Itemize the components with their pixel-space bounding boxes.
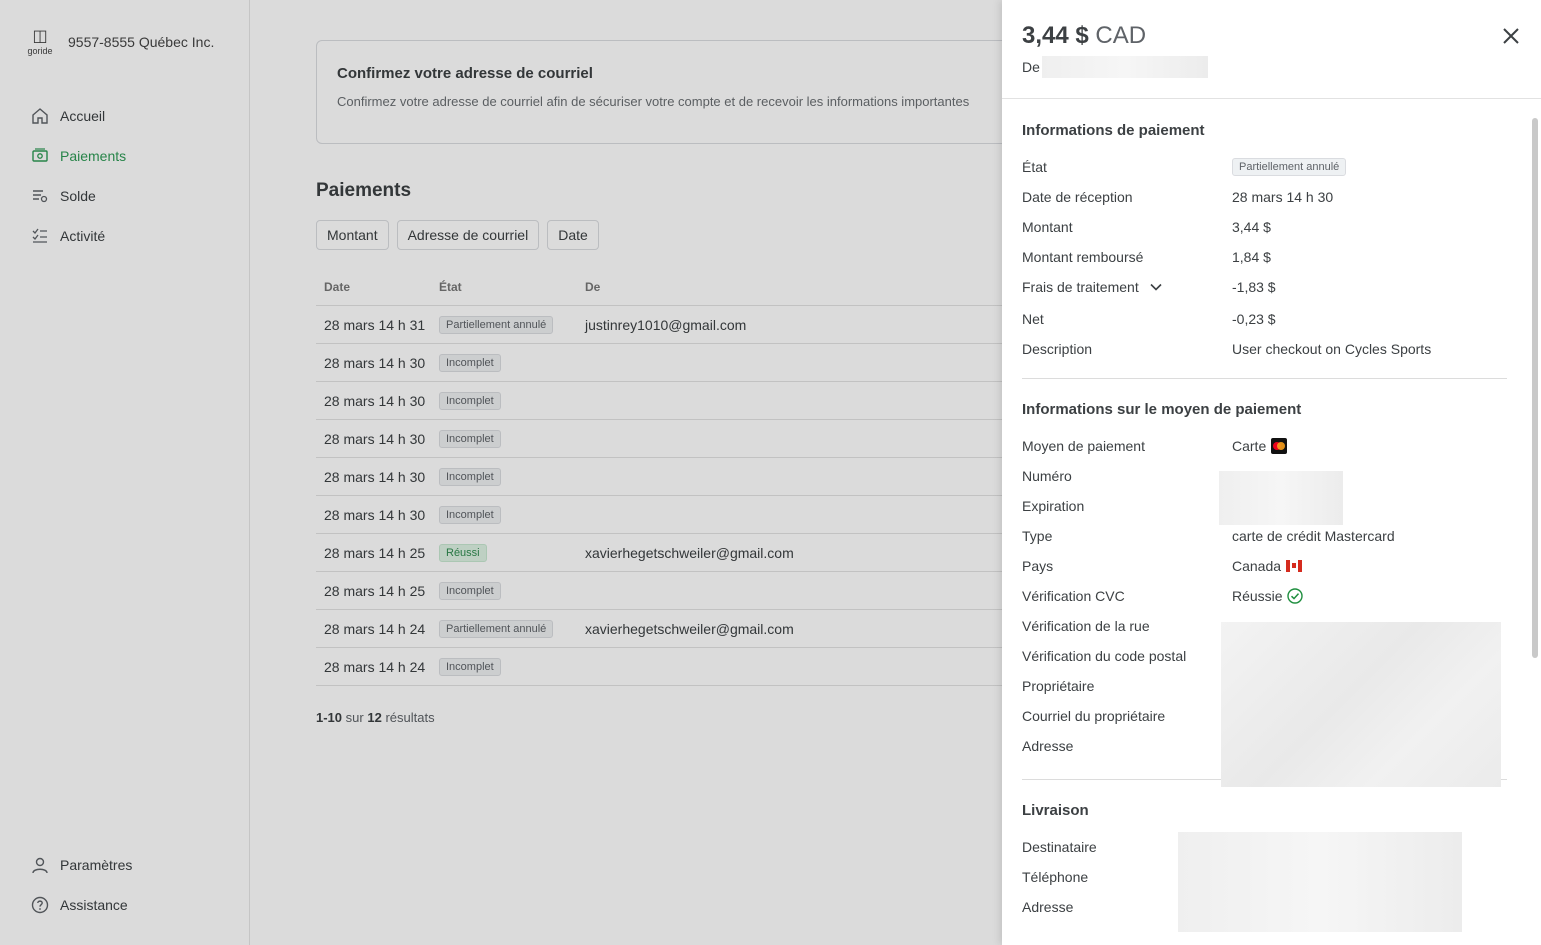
status-badge: Partiellement annulé: [1232, 158, 1347, 176]
drawer-body: Informations de paiement État Partiellem…: [1002, 100, 1527, 945]
close-button[interactable]: [1499, 24, 1523, 48]
label-street: Vérification de la rue: [1022, 618, 1150, 634]
value-net: -0,23 $: [1232, 311, 1276, 327]
delivery-section: Livraison Destinataire Téléphone Adresse: [1002, 780, 1527, 932]
value-fees: -1,83 $: [1232, 279, 1276, 295]
value-date: 28 mars 14 h 30: [1232, 189, 1334, 205]
payment-detail-drawer: 3,44 $ CAD De Informations de paiement É…: [1002, 0, 1541, 945]
label-type: Type: [1022, 528, 1053, 544]
value-amount: 3,44 $: [1232, 219, 1271, 235]
label-owner-email: Courriel du propriétaire: [1022, 708, 1166, 724]
row-description: Description User checkout on Cycles Spor…: [1022, 334, 1507, 364]
drawer-header: 3,44 $ CAD De: [1002, 0, 1541, 99]
label-postal: Vérification du code postal: [1022, 648, 1187, 664]
label-date: Date de réception: [1022, 189, 1133, 205]
row-state: État Partiellement annulé: [1022, 152, 1507, 182]
label-owner: Propriétaire: [1022, 678, 1095, 694]
fees-toggle[interactable]: Frais de traitement: [1022, 279, 1232, 295]
label-cvc: Vérification CVC: [1022, 588, 1125, 604]
redacted-sender: [1041, 56, 1208, 78]
canada-flag-icon: [1286, 560, 1303, 572]
label-net: Net: [1022, 311, 1044, 327]
redacted-billing-details: [1221, 622, 1501, 787]
row-country: Pays Canada: [1022, 551, 1507, 581]
label-fees: Frais de traitement: [1022, 279, 1139, 295]
row-refunded: Montant remboursé 1,84 $: [1022, 242, 1507, 272]
label-expiration: Expiration: [1022, 498, 1085, 514]
label-country: Pays: [1022, 558, 1054, 574]
label-number: Numéro: [1022, 468, 1072, 484]
value-description: User checkout on Cycles Sports: [1232, 341, 1432, 357]
redacted-card-number: [1219, 471, 1343, 525]
label-amount: Montant: [1022, 219, 1073, 235]
row-date: Date de réception 28 mars 14 h 30: [1022, 182, 1507, 212]
payment-info-section: Informations de paiement État Partiellem…: [1002, 100, 1527, 364]
label-state: État: [1022, 159, 1047, 175]
row-method: Moyen de paiement Carte: [1022, 431, 1507, 461]
value-method: Carte: [1232, 438, 1267, 454]
payment-method-section: Informations sur le moyen de paiement Mo…: [1002, 379, 1527, 787]
drawer-amount: 3,44 $ CAD: [1022, 22, 1521, 50]
row-cvc: Vérification CVC Réussie: [1022, 581, 1507, 611]
row-net: Net -0,23 $: [1022, 304, 1507, 334]
value-cvc: Réussie: [1232, 588, 1283, 604]
row-amount: Montant 3,44 $: [1022, 212, 1507, 242]
from-label: De: [1022, 59, 1040, 75]
redacted-delivery-details: [1178, 832, 1462, 932]
scrollbar-thumb[interactable]: [1532, 118, 1538, 658]
section-title: Livraison: [1022, 802, 1089, 819]
drawer-scrollbar[interactable]: [1531, 104, 1538, 940]
label-method: Moyen de paiement: [1022, 438, 1145, 454]
check-circle-icon: [1286, 588, 1303, 604]
value-refunded: 1,84 $: [1232, 249, 1271, 265]
section-title: Informations sur le moyen de paiement: [1022, 401, 1302, 418]
row-fees: Frais de traitement -1,83 $: [1022, 272, 1507, 302]
row-type: Type carte de crédit Mastercard: [1022, 521, 1507, 551]
label-refunded: Montant remboursé: [1022, 249, 1144, 265]
mastercard-icon: [1271, 438, 1288, 454]
value-type: carte de crédit Mastercard: [1232, 528, 1395, 544]
label-address: Adresse: [1022, 738, 1074, 754]
drawer-from: De: [1022, 56, 1521, 78]
chevron-down-icon: [1150, 283, 1162, 291]
amount-currency: CAD: [1095, 22, 1147, 49]
section-title: Informations de paiement: [1022, 122, 1205, 139]
modal-overlay[interactable]: [0, 0, 1002, 945]
amount-value: 3,44 $: [1022, 22, 1089, 49]
label-description: Description: [1022, 341, 1093, 357]
close-icon: [1503, 28, 1519, 44]
value-country: Canada: [1232, 558, 1282, 574]
